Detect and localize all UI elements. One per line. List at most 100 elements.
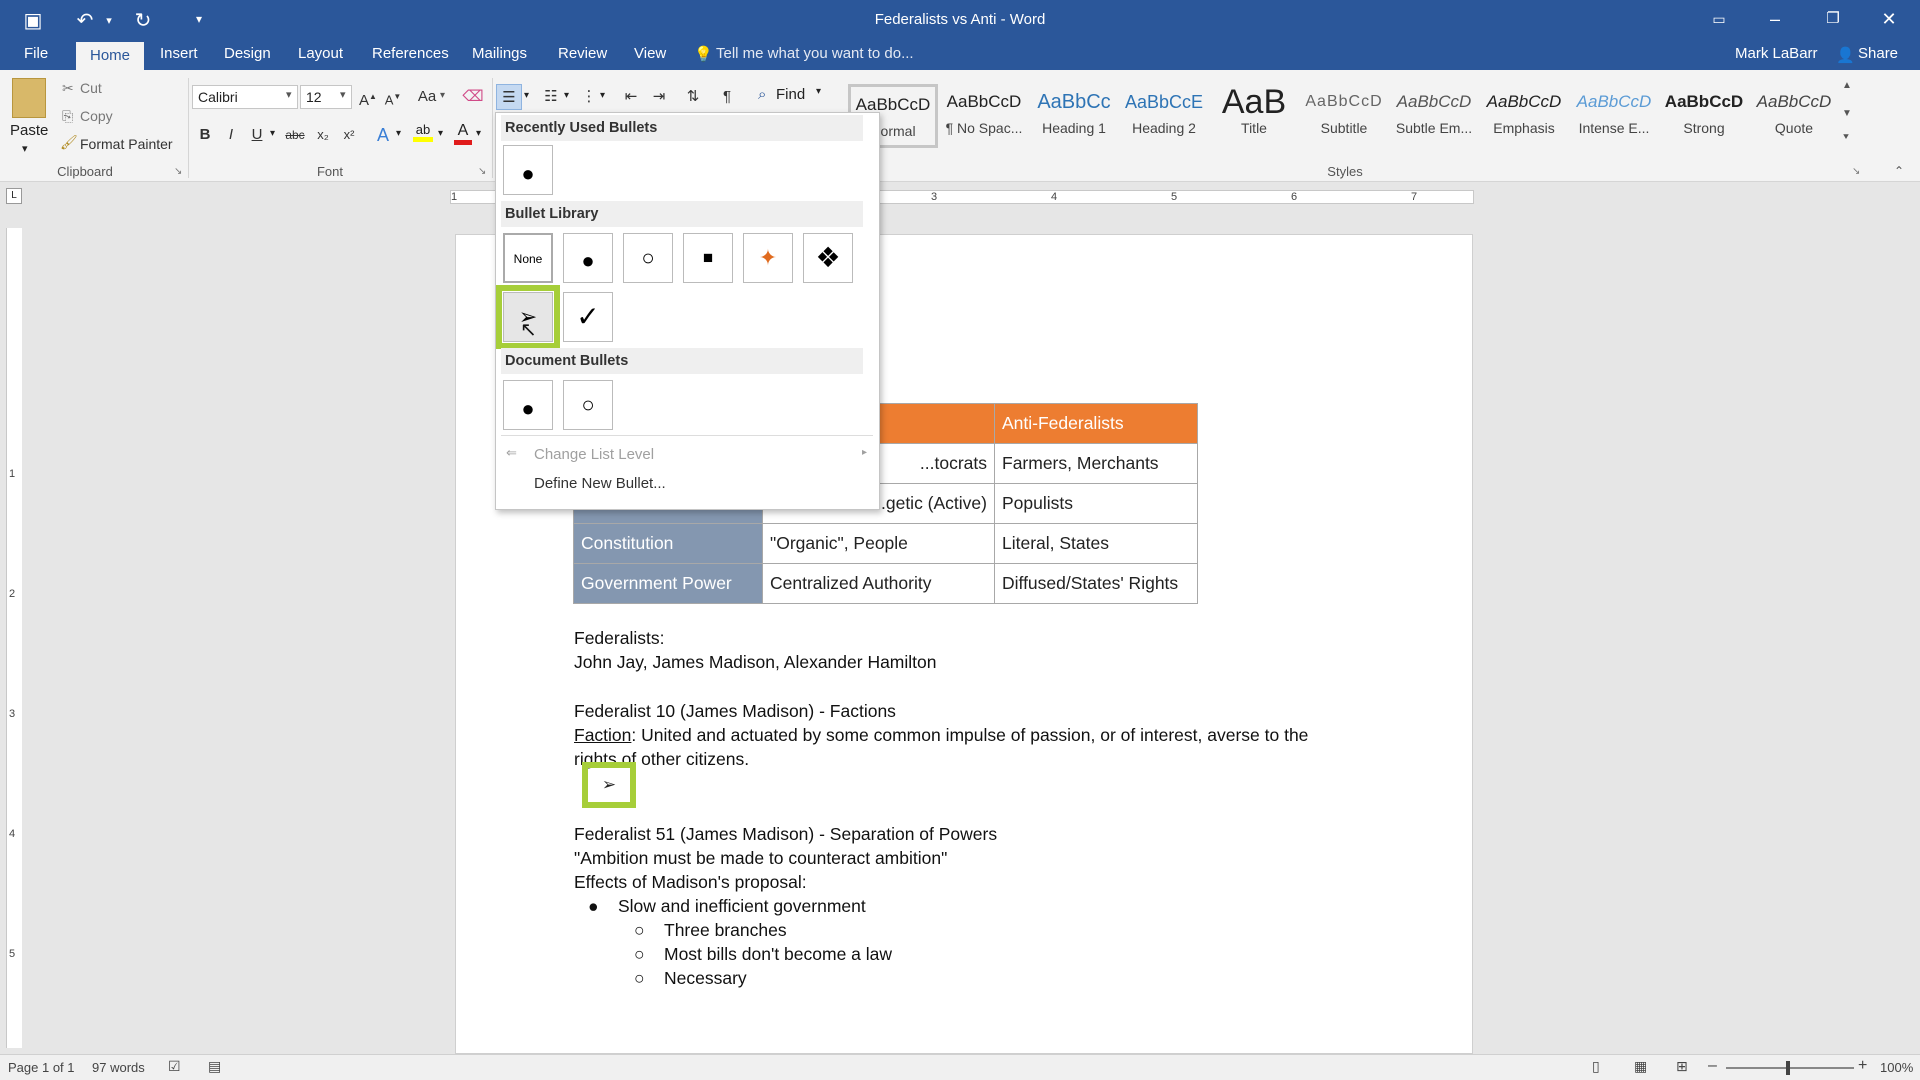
document-bullet-circle[interactable]: ○ <box>563 380 613 430</box>
paste-dropdown-icon[interactable]: ▾ <box>22 142 28 155</box>
font-color-dropdown-icon[interactable]: ▾ <box>476 128 481 139</box>
style-subtle-emphasis[interactable]: AaBbCcD Subtle Em... <box>1390 84 1478 148</box>
undo-dropdown-icon[interactable]: ▾ <box>96 14 122 27</box>
zoom-level[interactable]: 100% <box>1880 1060 1913 1075</box>
tab-view[interactable]: View <box>626 38 674 70</box>
style-quote[interactable]: AaBbCcD Quote <box>1750 84 1838 148</box>
bullet-diamonds-button[interactable]: ❖ <box>803 233 853 283</box>
font-color-icon[interactable]: A <box>450 122 476 148</box>
print-layout-icon[interactable]: ▦ <box>1634 1058 1647 1075</box>
zoom-slider-thumb[interactable] <box>1786 1061 1790 1075</box>
redo-icon[interactable]: ↻ <box>130 8 156 33</box>
clear-formatting-icon[interactable]: ⌫ <box>460 84 486 110</box>
zoom-out-icon[interactable]: – <box>1708 1057 1717 1075</box>
table-cell[interactable]: Literal, States <box>994 523 1198 564</box>
bold-icon[interactable]: B <box>192 122 218 148</box>
subscript-icon[interactable]: x₂ <box>310 122 336 148</box>
paste-icon[interactable] <box>12 78 46 118</box>
bullet-star-button[interactable]: ✦ <box>743 233 793 283</box>
page-count[interactable]: Page 1 of 1 <box>8 1060 75 1075</box>
style-strong[interactable]: AaBbCcD Strong <box>1660 84 1748 148</box>
style-title[interactable]: AaB Title <box>1210 84 1298 148</box>
user-name[interactable]: Mark LaBarr <box>1735 38 1818 70</box>
table-cell[interactable]: Diffused/States' Rights <box>994 563 1198 604</box>
macro-record-icon[interactable]: ▤ <box>208 1058 221 1075</box>
tab-mailings[interactable]: Mailings <box>464 38 535 70</box>
style-heading-2[interactable]: AaBbCcE Heading 2 <box>1120 84 1208 148</box>
numbering-icon[interactable]: ☷ <box>538 84 564 110</box>
recent-bullet-disc[interactable]: ● <box>503 145 553 195</box>
read-mode-icon[interactable]: ▯ <box>1592 1058 1600 1075</box>
tab-references[interactable]: References <box>364 38 457 70</box>
cut-button[interactable]: Cut <box>80 80 102 96</box>
format-painter-button[interactable]: Format Painter <box>80 136 173 152</box>
font-launcher-icon[interactable]: ↘ <box>478 166 486 177</box>
italic-icon[interactable]: I <box>218 122 244 148</box>
vertical-ruler[interactable]: 1 2 3 4 5 <box>6 228 22 1048</box>
superscript-icon[interactable]: x² <box>336 122 362 148</box>
bullet-circle-button[interactable]: ○ <box>623 233 673 283</box>
styles-launcher-icon[interactable]: ↘ <box>1852 166 1860 177</box>
tab-review[interactable]: Review <box>550 38 615 70</box>
table-cell[interactable]: Centralized Authority <box>762 563 995 604</box>
style-emphasis[interactable]: AaBbCcD Emphasis <box>1480 84 1568 148</box>
restore-button[interactable]: ❐ <box>1810 4 1856 34</box>
table-cell[interactable]: Farmers, Merchants <box>994 443 1198 484</box>
underline-icon[interactable]: U <box>244 122 270 148</box>
word-count[interactable]: 97 words <box>92 1060 145 1075</box>
grow-font-icon[interactable]: A▲ <box>355 84 381 110</box>
tab-home[interactable]: Home <box>76 42 145 70</box>
proofing-icon[interactable]: ☑ <box>168 1058 181 1075</box>
text-effects-icon[interactable]: A <box>370 122 396 148</box>
styles-more-icon[interactable]: ⯆ <box>1842 132 1850 143</box>
undo-icon[interactable]: ↶ <box>72 8 98 33</box>
zoom-slider[interactable] <box>1726 1067 1854 1069</box>
bullet-checkmark-button[interactable]: ✓ <box>563 292 613 342</box>
tab-layout[interactable]: Layout <box>290 38 351 70</box>
table-cell[interactable]: Government Power <box>573 563 763 604</box>
decrease-indent-icon[interactable]: ⇤ <box>618 84 644 110</box>
doc-line[interactable]: Federalist 10 (James Madison) - Factions <box>574 701 896 722</box>
list-item[interactable]: Three branches <box>664 920 787 941</box>
table-cell[interactable]: "Organic", People <box>762 523 995 564</box>
increase-indent-icon[interactable]: ⇥ <box>646 84 672 110</box>
clipboard-launcher-icon[interactable]: ↘ <box>174 166 182 177</box>
show-formatting-icon[interactable]: ¶ <box>714 84 740 110</box>
doc-line[interactable]: "Ambition must be made to counteract amb… <box>574 848 947 869</box>
define-new-bullet-item[interactable]: Define New Bullet... <box>534 475 666 492</box>
style-heading-1[interactable]: AaBbCc Heading 1 <box>1030 84 1118 148</box>
numbering-dropdown-icon[interactable]: ▾ <box>564 90 569 101</box>
strikethrough-icon[interactable]: abc <box>282 122 308 148</box>
tell-me-input[interactable]: Tell me what you want to do... <box>716 38 914 70</box>
document-bullet-disc[interactable]: ● <box>503 380 553 430</box>
doc-line[interactable]: Federalists: <box>574 628 664 649</box>
close-button[interactable]: ✕ <box>1866 4 1912 34</box>
multilevel-list-icon[interactable]: ⋮ <box>576 84 602 110</box>
tab-insert[interactable]: Insert <box>152 38 206 70</box>
copy-button[interactable]: Copy <box>80 108 113 124</box>
list-item[interactable]: Slow and inefficient government <box>618 896 866 917</box>
save-icon[interactable]: ▣ <box>20 8 46 33</box>
list-item[interactable]: Most bills don't become a law <box>664 944 892 965</box>
sort-icon[interactable]: ⇅ <box>680 84 706 110</box>
text-effects-dropdown-icon[interactable]: ▾ <box>396 128 401 139</box>
multilevel-dropdown-icon[interactable]: ▾ <box>600 90 605 101</box>
doc-line[interactable]: Effects of Madison's proposal: <box>574 872 807 893</box>
change-list-level-item[interactable]: Change List Level <box>534 446 654 463</box>
style-no-spacing[interactable]: AaBbCcD ¶ No Spac... <box>940 84 1028 148</box>
highlight-dropdown-icon[interactable]: ▾ <box>438 128 443 139</box>
shrink-font-icon[interactable]: A▼ <box>380 84 406 110</box>
style-intense-emphasis[interactable]: AaBbCcD Intense E... <box>1570 84 1658 148</box>
collapse-ribbon-icon[interactable]: ⌃ <box>1894 164 1904 178</box>
table-cell[interactable]: Constitution <box>573 523 763 564</box>
font-name-combo[interactable]: Calibri <box>192 85 298 109</box>
zoom-in-icon[interactable]: + <box>1858 1057 1867 1075</box>
style-subtitle[interactable]: AaBbCcD Subtitle <box>1300 84 1388 148</box>
new-bullet-highlight[interactable]: ➢ <box>582 762 636 808</box>
underline-dropdown-icon[interactable]: ▾ <box>270 128 275 139</box>
bullets-button[interactable]: ☰ <box>496 84 522 110</box>
tab-selector[interactable]: L <box>6 188 22 204</box>
paste-button[interactable]: Paste <box>10 122 48 139</box>
table-cell[interactable]: Populists <box>994 483 1198 524</box>
find-button[interactable]: Find <box>776 86 805 103</box>
